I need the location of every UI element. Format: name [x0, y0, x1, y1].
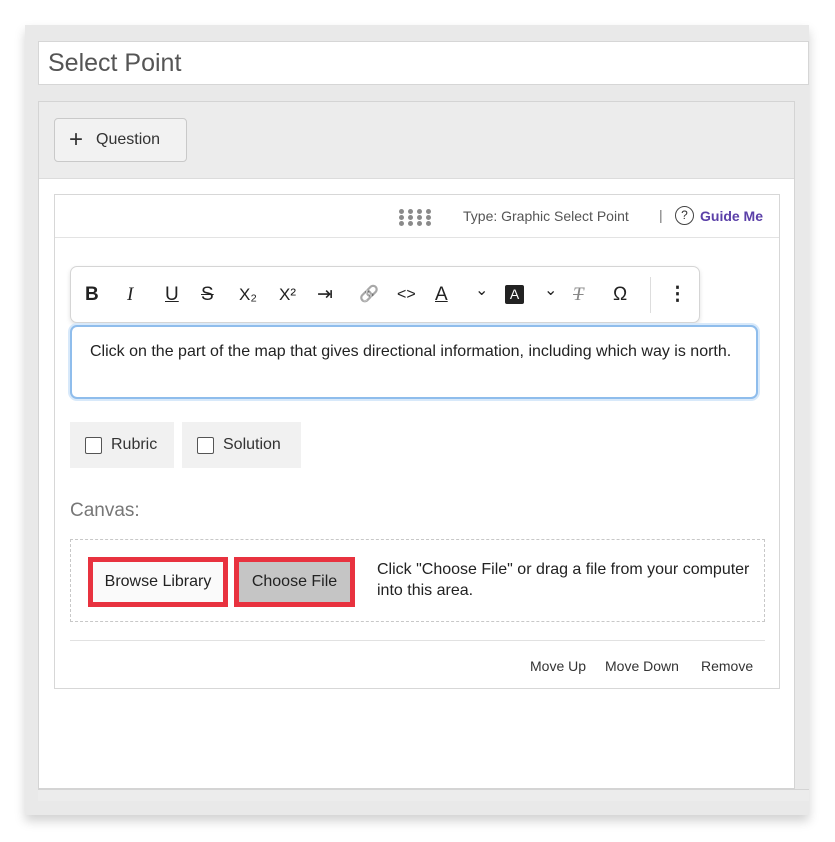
- subscript-icon[interactable]: X₂: [239, 283, 257, 307]
- header-separator: |: [659, 207, 663, 223]
- panel-header: + Question: [39, 102, 794, 179]
- clear-format-icon[interactable]: T: [573, 283, 584, 307]
- question-prompt-editor[interactable]: Click on the part of the map that gives …: [70, 325, 758, 399]
- italic-icon[interactable]: I: [127, 283, 133, 307]
- superscript-icon[interactable]: X²: [279, 283, 296, 307]
- drag-handle-icon[interactable]: [399, 209, 435, 226]
- card-header: Type: Graphic Select Point | ? Guide Me: [55, 195, 779, 238]
- help-icon[interactable]: ?: [675, 206, 694, 225]
- guide-me-link[interactable]: Guide Me: [700, 208, 763, 224]
- add-question-button[interactable]: + Question: [54, 118, 187, 162]
- move-down-link[interactable]: Move Down: [605, 658, 679, 674]
- background-color-icon[interactable]: A: [505, 285, 524, 304]
- file-drop-area[interactable]: Browse Library Choose File Click "Choose…: [70, 539, 765, 622]
- bold-icon[interactable]: B: [85, 283, 99, 307]
- chevron-down-icon[interactable]: ⌄: [475, 279, 488, 303]
- checkbox-icon: [85, 436, 102, 454]
- bottom-strip: [38, 789, 809, 801]
- text-color-icon[interactable]: A: [435, 283, 448, 307]
- move-up-link[interactable]: Move Up: [530, 658, 586, 674]
- solution-label: Solution: [223, 436, 281, 453]
- indent-icon[interactable]: ⇥: [317, 283, 333, 307]
- strikethrough-icon[interactable]: S: [201, 283, 214, 307]
- more-options-icon[interactable]: ⋮: [668, 283, 687, 307]
- question-panel: + Question Type: Graphic Select Point | …: [38, 101, 795, 789]
- rubric-label: Rubric: [111, 436, 158, 453]
- underline-icon[interactable]: U: [165, 283, 179, 307]
- rubric-checkbox[interactable]: Rubric: [70, 422, 174, 468]
- rich-text-toolbar: B I U S X₂ X² ⇥ 🔗 <> A ⌄ A ⌄ T Ω ⋮: [70, 266, 700, 323]
- checkbox-icon: [197, 436, 214, 454]
- question-card: Type: Graphic Select Point | ? Guide Me …: [54, 194, 780, 689]
- question-type-label: Type: Graphic Select Point: [463, 208, 629, 224]
- solution-checkbox[interactable]: Solution: [182, 422, 301, 468]
- title-field[interactable]: Select Point: [38, 41, 809, 85]
- code-icon[interactable]: <>: [397, 283, 416, 307]
- browse-library-button[interactable]: Browse Library: [88, 557, 228, 607]
- remove-link[interactable]: Remove: [701, 658, 753, 674]
- drop-hint-text: Click "Choose File" or drag a file from …: [377, 561, 750, 599]
- canvas-label: Canvas:: [70, 500, 140, 521]
- chevron-down-icon[interactable]: ⌄: [544, 279, 557, 303]
- plus-icon: +: [69, 126, 84, 153]
- toolbar-divider: [650, 277, 651, 313]
- special-char-icon[interactable]: Ω: [613, 283, 627, 307]
- link-icon[interactable]: 🔗: [359, 283, 379, 307]
- add-question-label: Question: [96, 131, 161, 148]
- choose-file-button[interactable]: Choose File: [234, 557, 355, 607]
- footer-divider: [70, 640, 765, 641]
